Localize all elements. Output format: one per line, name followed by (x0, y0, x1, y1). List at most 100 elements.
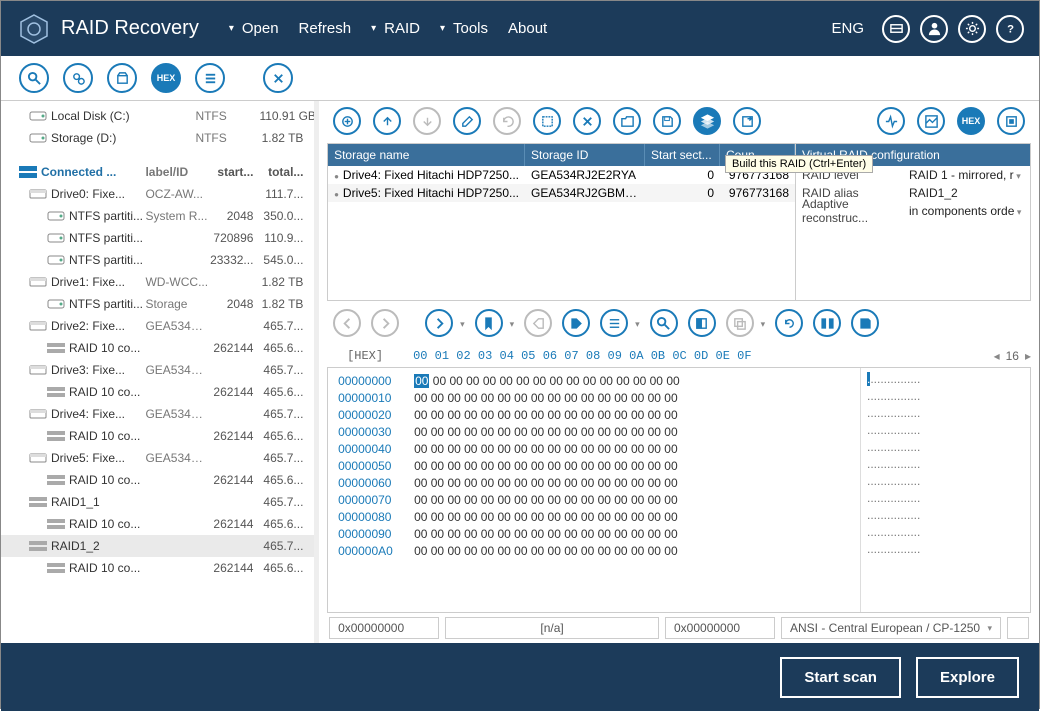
partition-row[interactable]: NTFS partiti...Storage20481.82 TB (1, 293, 314, 315)
tag-fwd-icon[interactable] (562, 309, 590, 337)
hex-viewer: 0000000000 00 00 00 00 00 00 00 00 00 00… (327, 367, 1031, 613)
partition-row[interactable]: NTFS partiti...System R...2048350.0... (1, 205, 314, 227)
encoding-select[interactable]: ANSI - Central European / CP-1250▾ (781, 617, 1001, 639)
activity-icon[interactable] (877, 107, 905, 135)
goto-dropdown-icon[interactable] (463, 314, 465, 332)
menu-raid[interactable]: RAID (371, 20, 420, 37)
tag-back-icon[interactable] (524, 309, 552, 337)
build-raid-icon[interactable] (693, 107, 721, 135)
columns-icon[interactable] (813, 309, 841, 337)
partition-row[interactable]: RAID 10 co...262144465.6... (1, 381, 314, 403)
partition-row[interactable]: NTFS partiti...720896110.9... (1, 227, 314, 249)
save-config-icon[interactable] (653, 107, 681, 135)
help-icon[interactable]: ? (996, 15, 1024, 43)
refresh-hex-icon[interactable] (775, 309, 803, 337)
bottom-bar: Start scan Explore (1, 643, 1039, 711)
svg-text:?: ? (1007, 23, 1014, 35)
hex-columns: 00 01 02 03 04 05 06 07 08 09 0A 0B 0C 0… (413, 349, 994, 363)
explore-button[interactable]: Explore (916, 657, 1019, 698)
hex-label: [HEX] (337, 349, 413, 363)
drive-row[interactable]: Drive5: Fixe...GEA534R...465.7... (1, 447, 314, 469)
nav-back-icon[interactable] (333, 309, 361, 337)
hex-view-icon[interactable]: HEX (151, 63, 181, 93)
partition-row[interactable]: RAID 10 co...262144465.6... (1, 557, 314, 579)
save-hex-icon[interactable] (851, 309, 879, 337)
copy-icon[interactable] (726, 309, 754, 337)
drive-row[interactable]: Drive1: Fixe...WD-WCC...1.82 TB (1, 271, 314, 293)
hex-pager[interactable]: ◂ 16 ▸ (994, 349, 1031, 363)
nav-fwd-icon[interactable] (371, 309, 399, 337)
drive-row[interactable]: Drive2: Fixe...GEA534R...465.7... (1, 315, 314, 337)
disk-row[interactable]: Storage (D:) NTFS 1.82 TB (1, 127, 314, 149)
offset-1: 0x00000000 (329, 617, 439, 639)
show-partitions-icon[interactable] (63, 63, 93, 93)
storage-grid: Storage name Storage ID Start sect... Co… (327, 143, 1031, 301)
struct-list-icon[interactable] (600, 309, 628, 337)
partition-row[interactable]: NTFS partiti...23332...545.0... (1, 249, 314, 271)
app-title: RAID Recovery (61, 17, 199, 40)
license-icon[interactable] (882, 15, 910, 43)
add-component-icon[interactable] (333, 107, 361, 135)
export-icon[interactable] (733, 107, 761, 135)
copy-dropdown-icon[interactable] (764, 314, 766, 332)
menu-open[interactable]: Open (229, 20, 279, 37)
undo-icon[interactable] (493, 107, 521, 135)
status-na: [n/a] (445, 617, 659, 639)
hex-ascii[interactable]: ........................................… (860, 368, 1030, 612)
tooltip: Build this RAID (Ctrl+Enter) (725, 155, 873, 173)
move-up-icon[interactable] (373, 107, 401, 135)
open-config-icon[interactable] (613, 107, 641, 135)
config-row[interactable]: Adaptive reconstruc...in components orde (796, 202, 1030, 220)
page-next-icon[interactable]: ▸ (1025, 349, 1031, 363)
language-selector[interactable]: ENG (831, 20, 864, 37)
raid-row[interactable]: RAID1_1465.7... (1, 491, 314, 513)
top-bar: RAID Recovery Open Refresh RAID Tools Ab… (1, 1, 1039, 56)
menu-about[interactable]: About (508, 20, 547, 37)
open-image-icon[interactable] (107, 63, 137, 93)
partition-row[interactable]: RAID 10 co...262144465.6... (1, 425, 314, 447)
storage-tree: Local Disk (C:) NTFS 110.91 GB Storage (… (1, 101, 314, 643)
bookmark-icon[interactable] (475, 309, 503, 337)
connected-icon (19, 166, 41, 178)
goto-icon[interactable] (425, 309, 453, 337)
move-down-icon[interactable] (413, 107, 441, 135)
edit-icon[interactable] (453, 107, 481, 135)
menu-refresh[interactable]: Refresh (299, 20, 352, 37)
raid-row[interactable]: RAID1_2465.7... (1, 535, 314, 557)
hex-bytes[interactable]: 0000000000 00 00 00 00 00 00 00 00 00 00… (328, 368, 860, 612)
status-extra[interactable] (1007, 617, 1029, 639)
app-logo-icon (16, 11, 51, 46)
disk-row[interactable]: Local Disk (C:) NTFS 110.91 GB (1, 105, 314, 127)
select-block-icon[interactable] (688, 309, 716, 337)
close-icon[interactable] (263, 63, 293, 93)
hex-status: 0x00000000 [n/a] 0x00000000 ANSI - Centr… (327, 613, 1031, 643)
fullscreen-icon[interactable] (997, 107, 1025, 135)
start-scan-button[interactable]: Start scan (780, 657, 901, 698)
drive-row[interactable]: Drive0: Fixe...OCZ-AW...111.7... (1, 183, 314, 205)
drive-row[interactable]: Drive3: Fixe...GEA534R...465.7... (1, 359, 314, 381)
menu-tools[interactable]: Tools (440, 20, 488, 37)
remove-icon[interactable] (573, 107, 601, 135)
grid-row[interactable]: Drive5: Fixed Hitachi HDP7250...GEA534RJ… (328, 184, 795, 202)
partition-row[interactable]: RAID 10 co...262144465.6... (1, 469, 314, 491)
right-panel: HEX Build this RAID (Ctrl+Enter) Storage… (319, 101, 1039, 643)
struct-dropdown-icon[interactable] (638, 314, 640, 332)
bookmark-dropdown-icon[interactable] (513, 314, 515, 332)
partition-row[interactable]: RAID 10 co...262144465.6... (1, 513, 314, 535)
body: Local Disk (C:) NTFS 110.91 GB Storage (… (1, 101, 1039, 643)
chart-icon[interactable] (917, 107, 945, 135)
main-menu: Open Refresh RAID Tools About (229, 20, 547, 37)
search-icon[interactable] (19, 63, 49, 93)
partition-row[interactable]: RAID 10 co...262144465.6... (1, 337, 314, 359)
user-icon[interactable] (920, 15, 948, 43)
find-icon[interactable] (650, 309, 678, 337)
hex-mode-icon[interactable]: HEX (957, 107, 985, 135)
main-toolbar: HEX (1, 56, 1039, 101)
hex-toolbar (327, 301, 1031, 345)
offset-2: 0x00000000 (665, 617, 775, 639)
settings-icon[interactable] (958, 15, 986, 43)
drive-row[interactable]: Drive4: Fixe...GEA534R...465.7... (1, 403, 314, 425)
placeholder-icon[interactable] (533, 107, 561, 135)
page-prev-icon[interactable]: ◂ (994, 349, 1000, 363)
list-icon[interactable] (195, 63, 225, 93)
